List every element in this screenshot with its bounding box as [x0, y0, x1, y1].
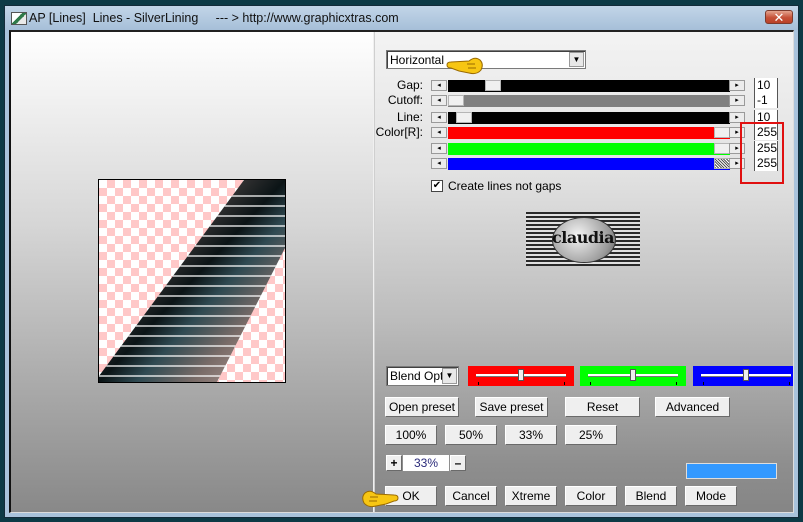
open-preset-button[interactable]: Open preset — [385, 397, 459, 417]
preview-effect-graphic — [99, 180, 285, 382]
pointing-hand-icon — [446, 57, 483, 75]
app-icon — [11, 12, 27, 25]
zoom-in-button[interactable]: + — [386, 455, 402, 471]
arrow-left-icon[interactable]: ◂ — [431, 112, 447, 123]
blend-options-dropdown[interactable]: Blend Opti ▼ — [386, 366, 459, 386]
preview-image[interactable] — [98, 179, 286, 383]
color-swatch[interactable] — [686, 463, 777, 479]
zoom-level-field[interactable]: 33% — [403, 455, 449, 471]
claudia-logo: claudia — [526, 212, 640, 266]
slider-thumb[interactable] — [485, 80, 501, 91]
slider-label: Cutoff: — [387, 93, 423, 107]
slider-thumb[interactable] — [630, 369, 636, 381]
advanced-button[interactable]: Advanced — [655, 397, 730, 417]
slider-label: Gap: — [396, 78, 423, 92]
blend-color-slider[interactable] — [468, 366, 574, 386]
slider-thumb[interactable] — [518, 369, 524, 381]
create-lines-label: Create lines not gaps — [448, 179, 562, 193]
plugin-window: AP [Lines] Lines - SilverLining --- > ht… — [4, 5, 799, 518]
slider-value-field[interactable]: -1 — [754, 93, 778, 108]
client-area: Horizontal ▼ Gap: ◂ ▸ 10 Cutoff: ◂ ▸ -1 Line: ◂ ▸ 1… — [9, 30, 794, 513]
slider-label: Color[R]: — [375, 125, 423, 139]
zoom-preset-button[interactable]: 25% — [565, 425, 617, 445]
slider-tick — [564, 382, 565, 385]
highlight-annotation — [740, 122, 784, 184]
arrow-left-icon[interactable]: ◂ — [431, 95, 447, 106]
blend-color-slider[interactable] — [580, 366, 686, 386]
logo-text: claudia — [552, 228, 614, 247]
arrow-left-icon[interactable]: ◂ — [431, 127, 447, 138]
arrow-left-icon[interactable]: ◂ — [431, 158, 447, 169]
slider-track[interactable] — [448, 158, 730, 170]
slider-thumb[interactable] — [448, 95, 464, 106]
preview-pane — [11, 32, 374, 512]
chevron-down-icon[interactable]: ▼ — [569, 52, 584, 67]
slider-thumb[interactable] — [456, 112, 472, 123]
zoom-preset-button[interactable]: 100% — [385, 425, 437, 445]
slider-label: Line: — [396, 110, 423, 124]
slider-thumb[interactable] — [743, 369, 749, 381]
zoom-out-button[interactable]: – — [450, 455, 466, 471]
xtreme-button[interactable]: Xtreme — [505, 486, 557, 506]
slider-tick — [789, 382, 790, 385]
slider-0[interactable]: ◂ ▸ — [431, 80, 745, 92]
slider-track[interactable] — [448, 112, 730, 124]
window-title: AP [Lines] Lines - SilverLining --- > ht… — [29, 11, 399, 25]
slider-tick — [590, 382, 591, 385]
pointing-hand-icon — [362, 490, 399, 508]
slider-tick — [703, 382, 704, 385]
blend-color-slider[interactable] — [693, 366, 793, 386]
slider-4[interactable]: ◂ ▸ — [431, 143, 745, 155]
controls-pane: Horizontal ▼ Gap: ◂ ▸ 10 Cutoff: ◂ ▸ -1 Line: ◂ ▸ 1… — [374, 32, 793, 512]
arrow-right-icon[interactable]: ▸ — [729, 95, 745, 106]
diagonal-band — [99, 180, 285, 382]
slider-1[interactable]: ◂ ▸ — [431, 95, 745, 107]
slider-thumb[interactable] — [714, 143, 730, 154]
reset-button[interactable]: Reset — [565, 397, 640, 417]
arrow-left-icon[interactable]: ◂ — [431, 143, 447, 154]
slider-5[interactable]: ◂ ▸ — [431, 158, 745, 170]
slider-tick — [676, 382, 677, 385]
slider-track[interactable] — [448, 127, 730, 139]
mode-button[interactable]: Mode — [685, 486, 737, 506]
arrow-right-icon[interactable]: ▸ — [729, 80, 745, 91]
zoom-preset-button[interactable]: 33% — [505, 425, 557, 445]
color-button[interactable]: Color — [565, 486, 617, 506]
slider-thumb[interactable] — [714, 127, 730, 138]
slider-track[interactable] — [448, 143, 730, 155]
save-preset-button[interactable]: Save preset — [475, 397, 548, 417]
direction-dropdown-value: Horizontal — [390, 53, 445, 67]
cancel-button[interactable]: Cancel — [445, 486, 497, 506]
slider-tick — [478, 382, 479, 385]
slider-thumb[interactable] — [714, 158, 730, 169]
slider-3[interactable]: ◂ ▸ — [431, 127, 745, 139]
slider-value-field[interactable]: 10 — [754, 78, 778, 93]
slider-track[interactable] — [448, 95, 730, 107]
direction-dropdown[interactable]: Horizontal ▼ — [386, 50, 586, 69]
arrow-left-icon[interactable]: ◂ — [431, 80, 447, 91]
close-button[interactable]: ✕ — [765, 10, 793, 24]
zoom-preset-button[interactable]: 50% — [445, 425, 497, 445]
title-bar[interactable]: AP [Lines] Lines - SilverLining --- > ht… — [5, 6, 798, 30]
blend-button[interactable]: Blend — [625, 486, 677, 506]
create-lines-checkbox[interactable]: ✔ — [431, 180, 443, 192]
chevron-down-icon[interactable]: ▼ — [442, 368, 457, 384]
blend-options-value: Blend Opti — [390, 369, 444, 383]
slider-2[interactable]: ◂ ▸ — [431, 112, 745, 124]
